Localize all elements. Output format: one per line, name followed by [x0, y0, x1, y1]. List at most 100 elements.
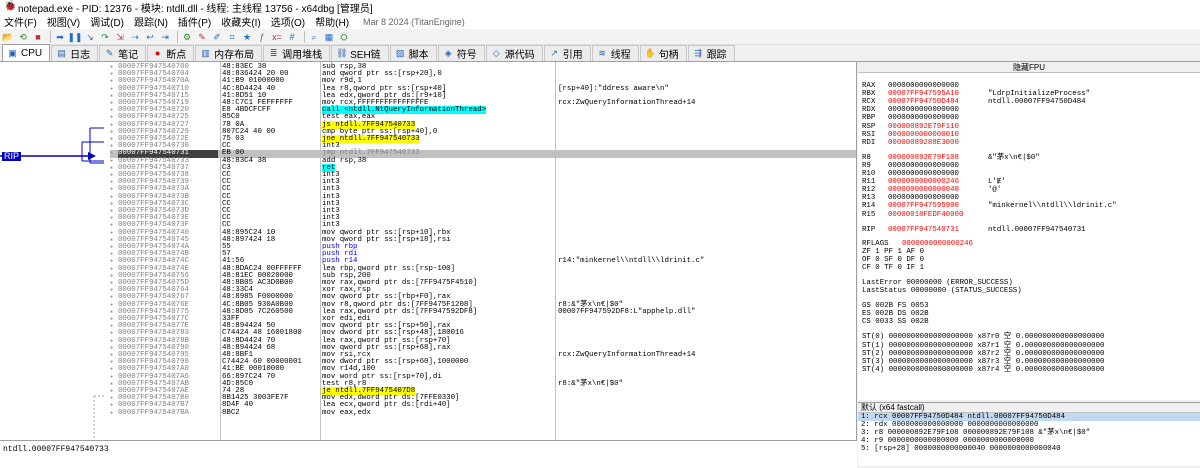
breakpoint-dot-icon[interactable]: ● — [110, 71, 116, 78]
breakpoint-dot-icon[interactable]: ● — [110, 316, 116, 323]
fpu-line[interactable]: ST(0) 0000000000000000000 x87r0 空 0.0000… — [862, 333, 1104, 341]
call-argument[interactable]: 4: r9 0000000000000000 0000000000000000 — [858, 437, 1200, 445]
breakpoint-dot-icon[interactable]: ● — [110, 107, 116, 114]
register-r9[interactable]: R9 0000000000000000 — [862, 162, 988, 170]
breakpoint-dot-icon[interactable]: ● — [110, 258, 116, 265]
register-value[interactable]: 00007FF94750D484 — [888, 98, 988, 106]
register-r15[interactable]: R15 00000018FEDF40000 — [862, 211, 988, 219]
fpu-line[interactable]: ST(1) 0000000000000000000 x87r1 空 0.0000… — [862, 342, 1104, 350]
register-rsi[interactable]: RSI 0000000000000010 — [862, 131, 988, 139]
calling-convention-view[interactable]: 默认 (x64 fastcall) 1: rcx 00007FF94750D48… — [858, 402, 1200, 466]
close-icon[interactable]: ■ — [32, 31, 44, 43]
execute-till-return-icon[interactable]: ↩ — [144, 31, 156, 43]
register-value[interactable]: 0000000000000000 — [888, 82, 988, 90]
breakpoint-dot-icon[interactable]: ● — [110, 194, 116, 201]
breakpoint-dot-icon[interactable]: ● — [110, 395, 116, 402]
register-value[interactable]: 000000892E79F108 — [888, 154, 988, 162]
call-argument[interactable]: 1: rcx 00007FF94750D484 ntdll.00007FF947… — [858, 413, 1200, 421]
register-r10[interactable]: R10 0000000000000000 — [862, 170, 988, 178]
disassembly-view[interactable]: RIP ● 00007FF947540700 48:83EC 38 sub rsp,3… — [0, 62, 857, 440]
breakpoint-dot-icon[interactable]: ● — [110, 150, 116, 157]
breakpoint-dot-icon[interactable]: ● — [110, 186, 116, 193]
register-value[interactable]: 00007FF947595A10 — [888, 90, 988, 98]
call-argument[interactable]: 2: rdx 0000000000000000 0000000000000000 — [858, 421, 1200, 429]
bookmarks-icon[interactable]: ★ — [241, 31, 253, 43]
breakpoint-dot-icon[interactable]: ● — [110, 330, 116, 337]
menu-item-7[interactable]: 帮助(H) — [315, 14, 349, 29]
breakpoint-dot-icon[interactable]: ● — [110, 215, 116, 222]
tab-9[interactable]: ◇ 源代码 — [485, 45, 543, 61]
last-status[interactable]: LastStatus 00000000 (STATUS_SUCCESS) — [862, 287, 1022, 295]
step-over-icon[interactable]: ↷ — [99, 31, 111, 43]
breakpoint-dot-icon[interactable]: ● — [110, 302, 116, 309]
hide-fpu-button[interactable]: 隐藏FPU — [858, 62, 1200, 73]
breakpoint-dot-icon[interactable]: ● — [110, 93, 116, 100]
breakpoint-dot-icon[interactable]: ● — [110, 410, 116, 417]
register-value[interactable]: 000000892E79F110 — [888, 123, 988, 131]
register-rdx[interactable]: RDX 0000000000000000 — [862, 106, 988, 114]
pause-icon[interactable]: ❚❚ — [67, 31, 82, 43]
call-argument[interactable]: 3: r8 000000892E79F108 000000892E79F108 … — [858, 429, 1200, 437]
expression-icon[interactable]: x= — [271, 31, 283, 43]
breakpoint-dot-icon[interactable]: ● — [110, 86, 116, 93]
breakpoint-dot-icon[interactable]: ● — [110, 352, 116, 359]
find-icon[interactable]: ⌕ — [308, 31, 320, 43]
register-value[interactable]: 0000000000000000 — [888, 114, 988, 122]
breakpoint-dot-icon[interactable]: ● — [110, 122, 116, 129]
registers-view[interactable]: 隐藏FPU RAX 0000000000000000 RBX 00007FF94759… — [858, 62, 1200, 400]
tab-10[interactable]: ↗ 引用 — [543, 45, 591, 61]
fpu-line[interactable]: ST(4) 0000000000000000000 x87r4 空 0.0000… — [862, 366, 1104, 374]
breakpoint-dot-icon[interactable]: ● — [110, 309, 116, 316]
register-rflags[interactable]: RFLAGS 0000000000000246 — [862, 240, 973, 248]
menu-item-1[interactable]: 视图(V) — [47, 14, 80, 29]
breakpoint-dot-icon[interactable]: ● — [110, 114, 116, 121]
functions-icon[interactable]: ƒ — [256, 31, 268, 43]
tab-0[interactable]: ▣ CPU — [2, 44, 51, 61]
call-argument[interactable]: 5: [rsp+28] 0000000000000040 00000000000… — [858, 445, 1200, 453]
flags-line[interactable]: ZF 1 PF 1 AF 0 — [862, 248, 924, 256]
register-value[interactable]: 0000000000000010 — [888, 131, 988, 139]
segment-line[interactable]: CS 0033 SS 002B — [862, 318, 929, 326]
breakpoint-dot-icon[interactable]: ● — [110, 208, 116, 215]
breakpoint-dot-icon[interactable]: ● — [110, 374, 116, 381]
disasm-row[interactable]: ● 00007FF9475407BA 8BC2 mov eax,edx — [110, 409, 856, 417]
breakpoint-dot-icon[interactable]: ● — [110, 323, 116, 330]
register-rcx[interactable]: RCX 00007FF94750D484 ntdll.00007FF94750D48… — [862, 98, 1086, 106]
flags-line[interactable]: CF 0 TF 0 IF 1 — [862, 264, 924, 272]
register-r12[interactable]: R12 0000000000000040 '@' — [862, 186, 1001, 194]
run-to-user-icon[interactable]: ⇥ — [159, 31, 171, 43]
breakpoint-dot-icon[interactable]: ● — [110, 158, 116, 165]
breakpoint-dot-icon[interactable]: ● — [110, 64, 116, 71]
fpu-line[interactable]: ST(3) 0000000000000000000 x87r3 空 0.0000… — [862, 358, 1104, 366]
menu-item-4[interactable]: 插件(P) — [178, 14, 211, 29]
register-rdi[interactable]: RDI 00000089288E3000 — [862, 139, 988, 147]
tab-8[interactable]: ◈ 符号 — [437, 45, 485, 61]
menu-item-6[interactable]: 选项(O) — [271, 14, 305, 29]
breakpoint-dot-icon[interactable]: ● — [110, 237, 116, 244]
register-rip[interactable]: RIP 00007FF947540731 ntdll.00007FF94754073… — [862, 226, 1086, 234]
step-into-icon[interactable]: ↘ — [84, 31, 96, 43]
last-error[interactable]: LastError 00000000 (ERROR_SUCCESS) — [862, 279, 1013, 287]
register-value[interactable]: 0000000000000000 — [888, 106, 988, 114]
register-rbp[interactable]: RBP 0000000000000000 — [862, 114, 988, 122]
calling-convention-select[interactable]: 默认 (x64 fastcall) — [858, 403, 1200, 413]
breakpoint-dot-icon[interactable]: ● — [110, 244, 116, 251]
register-r8[interactable]: R8 000000892E79F108 &"茅x\n€|$0" — [862, 154, 1040, 162]
register-r13[interactable]: R13 0000000000000000 — [862, 194, 988, 202]
scylla-icon[interactable]: ⚙ — [181, 31, 193, 43]
breakpoint-dot-icon[interactable]: ● — [110, 266, 116, 273]
patch-icon[interactable]: ✎ — [196, 31, 208, 43]
breakpoint-dot-icon[interactable]: ● — [110, 100, 116, 107]
register-value[interactable]: 00000018FEDF40000 — [888, 211, 988, 219]
breakpoint-dot-icon[interactable]: ● — [110, 381, 116, 388]
register-rbx[interactable]: RBX 00007FF947595A10 "LdrpInitializeProces… — [862, 90, 1090, 98]
register-value[interactable]: 0000000000000246 — [888, 178, 988, 186]
flags-line[interactable]: OF 0 SF 0 DF 0 — [862, 256, 924, 264]
tab-3[interactable]: ● 断点 — [147, 45, 195, 61]
breakpoint-dot-icon[interactable]: ● — [110, 338, 116, 345]
trace-over-icon[interactable]: ⇢ — [129, 31, 141, 43]
fpu-line[interactable]: ST(2) 0000000000000000000 x87r2 空 0.0000… — [862, 350, 1104, 358]
register-r14[interactable]: R14 00007FF947595900 "minkernel\\ntdll\\ld… — [862, 202, 1117, 210]
breakpoint-dot-icon[interactable]: ● — [110, 280, 116, 287]
breakpoint-dot-icon[interactable]: ● — [110, 366, 116, 373]
